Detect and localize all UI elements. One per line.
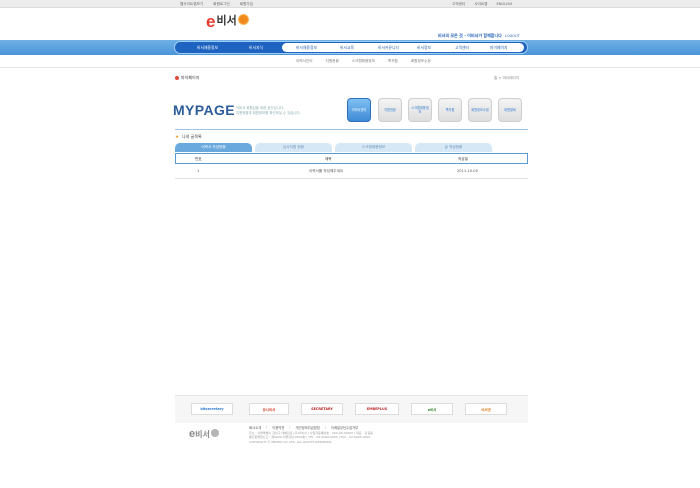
breadcrumb: 홈 > 마이페이지 — [494, 76, 520, 80]
divider — [0, 67, 700, 68]
nav-item-community[interactable]: 비서커뮤니티 — [378, 45, 399, 51]
page-title: MYPAGE — [173, 102, 236, 118]
logo-badge-icon — [237, 13, 249, 25]
footer-logo-text: 비서 — [195, 429, 210, 439]
column-header-no: 번호 — [195, 157, 202, 161]
tab-resume-status[interactable]: 이력서 작성현황 — [175, 143, 252, 152]
nav-item-mypage[interactable]: 마이페이지 — [490, 45, 507, 51]
subnav-item-profile[interactable]: 회원정보수정 — [411, 59, 431, 64]
nav-item-education[interactable]: 비서교육 — [340, 45, 354, 51]
nav-item-jobs[interactable]: 비서채용정보 — [296, 45, 317, 51]
main-nav-menu — [282, 43, 524, 52]
nav-item-support[interactable]: 고객센터 — [455, 45, 469, 51]
quick-button-profile[interactable]: 회원정보수정 — [468, 98, 492, 122]
utility-links-right: 고객센터 사이트맵 ENGLISH — [452, 2, 512, 7]
tab-apply-status[interactable]: 입사지원 현황 — [255, 143, 332, 152]
utility-links-left: 웹사이트맵보기 회원로그인 회원가입 — [180, 2, 253, 7]
separator: | — [266, 425, 268, 429]
separator: | — [324, 425, 326, 429]
table-row-divider — [175, 178, 528, 179]
footer-links: 회사소개 | 이용약관 | 개인정보취급방침 | 이메일무단수집거부 — [249, 425, 358, 430]
column-header-date: 작성일 — [458, 157, 468, 161]
star-icon: ★ — [175, 134, 180, 140]
nav-left-item-jobs[interactable]: 비서채용정보 — [197, 45, 218, 51]
separator: | — [289, 425, 291, 429]
util-link-login[interactable]: 회원로그인 — [213, 2, 230, 7]
tab-scrap[interactable]: 스크랩채용정보 — [335, 143, 412, 152]
quick-button-withdraw[interactable]: 회원탈퇴 — [498, 98, 522, 122]
table-cell-title[interactable]: 이력서를 작성해주세요 — [309, 169, 343, 174]
table-cell-no: 1 — [197, 169, 200, 173]
header-slogan: 비서의 모든 것 - 이비서가 함께합니다 — [438, 33, 502, 38]
partner-logo-biseonet[interactable]: 비서넷 — [465, 403, 507, 415]
nav-item-info[interactable]: 비서정보 — [417, 45, 431, 51]
subnav-item-message[interactable]: 쪽지함 — [388, 59, 398, 64]
page-description-line: 지원현황과 회원정보를 확인하실 수 있습니다. — [236, 111, 301, 115]
quick-button-scrap[interactable]: 스크랩채용정보 — [408, 98, 432, 122]
table-cell-date: 2011-10-05 — [457, 169, 478, 173]
table-header: 번호 제목 작성일 — [175, 153, 528, 164]
partner-logo-secretary[interactable]: SECRETARY — [301, 403, 343, 415]
footer-logo-badge-icon — [210, 428, 219, 437]
footer-link-terms[interactable]: 이용약관 — [272, 425, 284, 430]
footer-logo: e 비서 — [189, 428, 219, 440]
util-link-english[interactable]: ENGLISH — [496, 2, 512, 7]
util-link-help[interactable]: 고객센터 — [452, 2, 465, 7]
footer-company-info: 주소 : 서울특별시 강남구 테헤란로 (주)이비서 | 사업자등록번호 : 0… — [249, 431, 529, 444]
bullet-icon — [175, 76, 179, 80]
quick-button-message[interactable]: 쪽지함 — [438, 98, 462, 122]
footer-copyright: COPYRIGHT © EBISEO CO.,LTD. ALL RIGHTS R… — [249, 439, 333, 444]
footer-link-email[interactable]: 이메일무단수집거부 — [331, 425, 358, 430]
quick-button-resume[interactable]: 이력서관리 — [347, 98, 371, 122]
subnav-item-resume[interactable]: 이력서관리 — [296, 59, 313, 64]
list-title: ★ 나의 글목록 — [175, 134, 202, 140]
logout-link[interactable]: LOGOUT — [505, 34, 520, 38]
util-link-join[interactable]: 회원가입 — [240, 2, 253, 7]
partner-logo-ebiseo[interactable]: e비서 — [411, 403, 453, 415]
subnav-item-apply[interactable]: 지원현황 — [326, 59, 339, 64]
page-description: 이비서 회원님을 위한 공간입니다. 지원현황과 회원정보를 확인하실 수 있습… — [236, 106, 301, 116]
quick-button-apply[interactable]: 지원현황 — [378, 98, 402, 122]
partner-logo-unibiseo[interactable]: 유니비서 — [249, 403, 289, 415]
subnav-item-scrap[interactable]: 스크랩채용정보 — [352, 59, 375, 64]
logo-mark: e — [206, 12, 216, 31]
site-logo[interactable]: e 비서 — [206, 13, 249, 30]
list-title-text: 나의 글목록 — [182, 134, 202, 139]
util-link-map[interactable]: 사이트맵 — [474, 2, 487, 7]
partner-logo-bitsecretary[interactable]: bitsecretary — [191, 403, 233, 415]
util-link-sitemap[interactable]: 웹사이트맵보기 — [180, 2, 203, 7]
section-title-text: 마이페이지 — [181, 75, 200, 80]
column-header-title: 제목 — [325, 157, 332, 161]
partner-logo-embeplus[interactable]: EMBEPLUS — [355, 403, 399, 415]
footer-link-privacy[interactable]: 개인정보취급방침 — [296, 425, 320, 430]
logo-text: 비서 — [216, 15, 237, 27]
tab-posts[interactable]: 글 작성현황 — [415, 143, 492, 152]
footer-link-about[interactable]: 회사소개 — [249, 425, 261, 430]
nav-left-item-knowledge[interactable]: 비서지식 — [249, 45, 263, 51]
utility-bar — [0, 0, 700, 8]
section-title: 마이페이지 — [175, 75, 199, 81]
sub-nav: 이력서관리 지원현황 스크랩채용정보 쪽지함 회원정보수정 — [296, 59, 431, 64]
section-divider — [175, 129, 528, 130]
